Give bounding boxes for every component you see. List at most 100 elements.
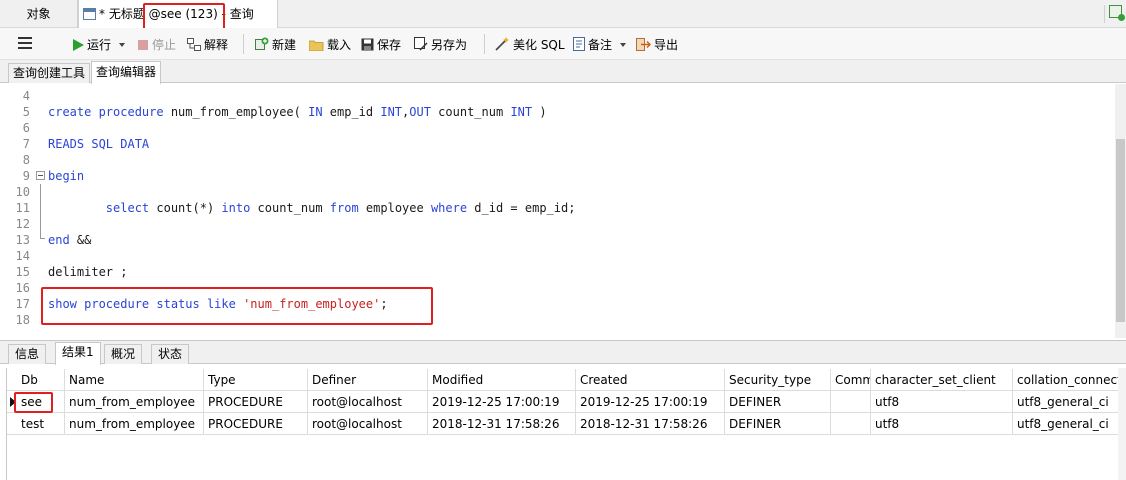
code-line[interactable]: 13 end && bbox=[0, 232, 1110, 248]
load-button[interactable]: 载入 bbox=[309, 36, 351, 54]
code-line[interactable]: 6 bbox=[0, 120, 1110, 136]
save-as-button[interactable]: 另存为 bbox=[414, 36, 467, 54]
code-line[interactable]: 8 bbox=[0, 152, 1110, 168]
code-token: end bbox=[48, 233, 70, 247]
save-icon bbox=[361, 38, 374, 51]
grid-cell[interactable]: DEFINER bbox=[725, 391, 831, 413]
column-header[interactable]: Comm bbox=[831, 369, 871, 391]
column-header[interactable]: collation_connect bbox=[1013, 369, 1126, 391]
grid-cell[interactable]: num_from_employee bbox=[65, 413, 204, 435]
code-token: where bbox=[430, 201, 468, 215]
save-as-label: 另存为 bbox=[431, 38, 468, 52]
beautify-sql-button[interactable]: 美化 SQL bbox=[495, 36, 565, 54]
tab-info[interactable]: 信息 bbox=[8, 344, 47, 364]
grid-cell[interactable]: utf8_general_ci bbox=[1013, 391, 1126, 413]
grid-cell[interactable]: 2019-12-25 17:00:19 bbox=[428, 391, 576, 413]
column-header[interactable]: Name bbox=[65, 369, 204, 391]
grid-cell[interactable]: root@localhost bbox=[308, 391, 428, 413]
note-button[interactable]: 备注 bbox=[573, 36, 627, 54]
menu-icon[interactable] bbox=[18, 37, 32, 49]
code-line[interactable]: 11 select count(*) into count_num from e… bbox=[0, 200, 1110, 216]
grid-cell[interactable]: PROCEDURE bbox=[204, 413, 308, 435]
grid-cell[interactable]: utf8 bbox=[871, 391, 1013, 413]
line-number: 7 bbox=[22, 137, 30, 151]
line-number: 15 bbox=[15, 265, 30, 279]
table-row[interactable]: see num_from_employee PROCEDURE root@localh… bbox=[7, 391, 1126, 413]
line-number: 6 bbox=[22, 121, 30, 135]
grid-cell[interactable]: 2019-12-25 17:00:19 bbox=[576, 391, 725, 413]
grid-cell[interactable]: PROCEDURE bbox=[204, 391, 308, 413]
column-header[interactable]: Security_type bbox=[725, 369, 831, 391]
code-line[interactable]: 17 show procedure status like 'num_from_e… bbox=[0, 296, 1110, 312]
code-line[interactable]: 15 delimiter ; bbox=[0, 264, 1110, 280]
tab-status[interactable]: 状态 bbox=[151, 344, 190, 364]
code-text: show procedure status like 'num_from_emp… bbox=[48, 296, 388, 312]
play-icon bbox=[73, 39, 84, 51]
line-number: 17 bbox=[15, 297, 30, 311]
grid-cell[interactable] bbox=[831, 413, 871, 435]
grid-cell[interactable]: utf8 bbox=[871, 413, 1013, 435]
magic-wand-icon bbox=[495, 37, 509, 51]
column-header[interactable]: Created bbox=[576, 369, 725, 391]
code-line[interactable]: 9 begin bbox=[0, 168, 1110, 184]
code-line[interactable]: 4 bbox=[0, 88, 1110, 104]
tab-objects[interactable]: 对象 bbox=[0, 0, 78, 28]
code-token: INT bbox=[380, 105, 403, 119]
code-line[interactable]: 16 bbox=[0, 280, 1110, 296]
grid-cell[interactable]: DEFINER bbox=[725, 413, 831, 435]
code-token: IN bbox=[308, 105, 323, 119]
grid-cell[interactable]: test bbox=[7, 413, 65, 435]
code-text: create procedure num_from_employee( IN e… bbox=[48, 104, 547, 120]
explain-button[interactable]: 解释 bbox=[187, 36, 228, 54]
editor-scrollbar[interactable] bbox=[1115, 84, 1126, 338]
grid-cell[interactable]: utf8_general_ci bbox=[1013, 413, 1126, 435]
grid-cell[interactable]: root@localhost bbox=[308, 413, 428, 435]
code-line[interactable]: 18 bbox=[0, 312, 1110, 328]
line-number: 9 bbox=[22, 169, 30, 183]
code-token: count_num bbox=[430, 105, 511, 119]
sql-editor[interactable]: 4 5 create procedure num_from_employee( IN… bbox=[0, 84, 1126, 338]
code-line[interactable]: 5 create procedure num_from_employee( IN … bbox=[0, 104, 1110, 120]
tab-query-editor[interactable]: 查询编辑器 bbox=[91, 61, 162, 84]
result-grid: Db Name Type Definer Modified Created Security… bbox=[6, 368, 1126, 480]
grid-cell[interactable]: 2018-12-31 17:58:26 bbox=[428, 413, 576, 435]
editor-scrollbar-thumb[interactable] bbox=[1116, 139, 1125, 322]
column-header[interactable]: Modified bbox=[428, 369, 576, 391]
tab-result1[interactable]: 结果1 bbox=[55, 342, 101, 365]
code-token: && bbox=[69, 233, 92, 247]
column-header[interactable]: Type bbox=[204, 369, 308, 391]
code-line[interactable]: 12 bbox=[0, 216, 1110, 232]
export-button[interactable]: 导出 bbox=[636, 36, 678, 54]
code-token: select bbox=[105, 201, 150, 215]
tab-query[interactable]: * 无标题 @see (123) - 查询 bbox=[78, 0, 278, 29]
stop-button[interactable]: 停止 bbox=[137, 36, 176, 54]
line-number: 18 bbox=[15, 313, 30, 327]
code-token: d_id = emp_id; bbox=[467, 201, 576, 215]
column-header[interactable]: character_set_client bbox=[871, 369, 1013, 391]
line-number: 8 bbox=[22, 153, 30, 167]
fold-toggle-icon[interactable] bbox=[36, 171, 45, 180]
note-label: 备注 bbox=[588, 38, 613, 52]
save-button[interactable]: 保存 bbox=[361, 36, 401, 54]
grid-scrollbar[interactable] bbox=[1118, 368, 1126, 480]
grid-cell[interactable]: 2018-12-31 17:58:26 bbox=[576, 413, 725, 435]
load-label: 载入 bbox=[327, 38, 352, 52]
line-number: 13 bbox=[15, 233, 30, 247]
code-token: create procedure bbox=[48, 105, 164, 119]
current-row-marker-icon bbox=[10, 397, 16, 407]
grid-cell[interactable]: num_from_employee bbox=[65, 391, 204, 413]
code-line[interactable]: 14 bbox=[0, 248, 1110, 264]
tab-query-builder[interactable]: 查询创建工具 bbox=[8, 63, 91, 83]
grid-cell[interactable] bbox=[831, 391, 871, 413]
code-line[interactable]: 10 bbox=[0, 184, 1110, 200]
code-line[interactable]: 7 READS SQL DATA bbox=[0, 136, 1110, 152]
column-header[interactable]: Db bbox=[7, 369, 65, 391]
column-header[interactable]: Definer bbox=[308, 369, 428, 391]
code-token: num_from_employee( bbox=[163, 105, 309, 119]
table-row[interactable]: test num_from_employee PROCEDURE root@local… bbox=[7, 413, 1126, 435]
run-button[interactable]: 运行 bbox=[72, 36, 126, 54]
new-tab-icon[interactable] bbox=[1104, 5, 1125, 23]
line-number: 4 bbox=[22, 89, 30, 103]
tab-profile[interactable]: 概况 bbox=[104, 344, 143, 364]
new-button[interactable]: 新建 bbox=[255, 36, 296, 54]
